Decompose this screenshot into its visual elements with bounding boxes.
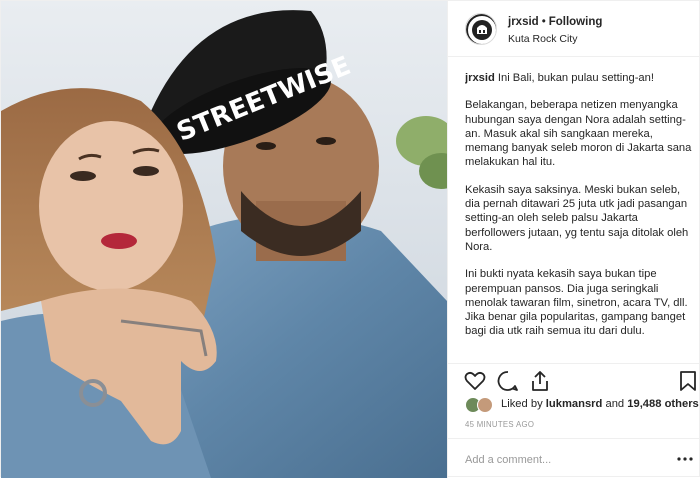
header-separator: •: [541, 16, 546, 28]
liked-user-link[interactable]: lukmansrd: [546, 398, 603, 410]
action-bar: [448, 363, 700, 393]
comment-bar: [448, 438, 700, 478]
liker-avatars: [465, 396, 495, 414]
header-username[interactable]: jrxsid: [508, 16, 539, 28]
likes-middle: and: [605, 398, 625, 410]
caption-username[interactable]: jrxsid: [465, 72, 495, 84]
post-photo[interactable]: STREETWISE: [1, 1, 447, 478]
caption-paragraph: Kekasih saya saksinya. Meski bukan seleb…: [465, 183, 689, 253]
heart-icon[interactable]: [463, 369, 487, 393]
post-details-panel: jrxsid • Following Kuta Rock City jrxsid In…: [447, 1, 700, 478]
couple-selfie-photo: STREETWISE: [1, 1, 447, 478]
caption-paragraph: Belakangan, beberapa netizen menyangka h…: [465, 99, 692, 169]
liker-avatar[interactable]: [477, 397, 493, 413]
caption-lead-text: Ini Bali, bukan pulau setting-an!: [497, 72, 654, 84]
likes-text: Liked by lukmansrd and 19,488 others: [501, 398, 699, 410]
likes-count-link[interactable]: 19,488 others: [627, 398, 699, 410]
header-names: jrxsid • Following: [508, 16, 602, 28]
rock-emblem-avatar[interactable]: [465, 13, 497, 45]
comment-icon[interactable]: [496, 369, 520, 393]
caption-paragraph: Ini bukti nyata kekasih saya bukan tipe …: [465, 268, 688, 338]
likes-prefix: Liked by: [501, 398, 543, 410]
more-options-icon[interactable]: [676, 453, 694, 465]
comment-input[interactable]: [465, 451, 665, 469]
following-button[interactable]: Following: [549, 16, 603, 28]
post-header: jrxsid • Following Kuta Rock City: [448, 1, 700, 57]
share-icon[interactable]: [528, 369, 552, 393]
caption-lead: jrxsid Ini Bali, bukan pulau setting-an!: [465, 71, 693, 85]
bookmark-icon[interactable]: [676, 369, 700, 393]
likes-summary: Liked by lukmansrd and 19,488 others: [465, 396, 699, 414]
post-timestamp[interactable]: 45 MINUTES AGO: [465, 420, 534, 429]
instagram-post: STREETWISE jrxsid • Following Kuta Rock …: [0, 0, 700, 478]
location-link[interactable]: Kuta Rock City: [508, 33, 577, 45]
caption: jrxsid Ini Bali, bukan pulau setting-an! …: [465, 71, 693, 361]
